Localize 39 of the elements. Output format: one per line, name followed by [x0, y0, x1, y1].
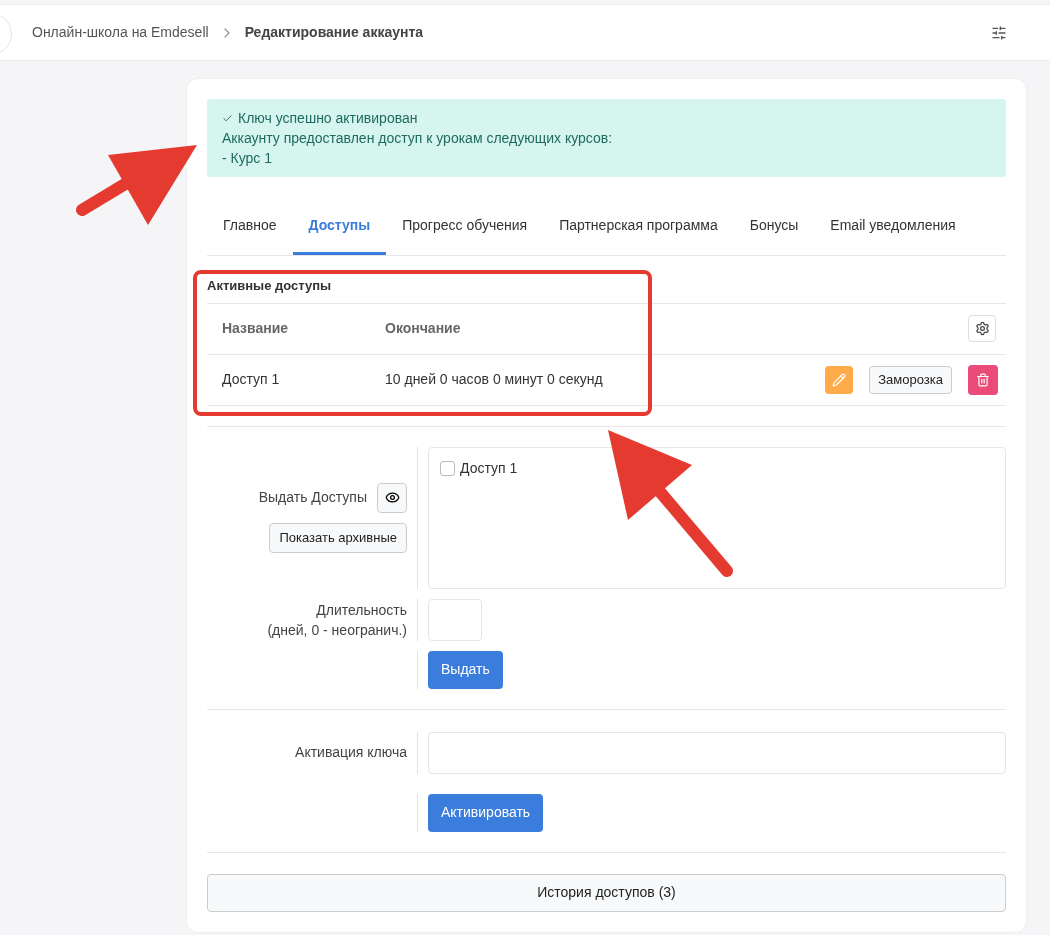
breadcrumb-link[interactable]: Онлайн-школа на Emdesell	[32, 22, 209, 43]
checkbox-label: Доступ 1	[460, 458, 518, 478]
alert-text: Аккаунту предоставлен доступ к урокам следующих курсов:	[222, 129, 614, 148]
table-cell-text: Доступ 1	[222, 370, 281, 389]
field-label: (дней, 0 - неогранич.)	[267, 620, 407, 640]
field-label: Активация ключа	[295, 743, 407, 762]
tab[interactable]: Прогресс обучения	[386, 199, 544, 255]
checkbox[interactable]	[440, 460, 455, 476]
tab[interactable]: Главное	[207, 199, 293, 255]
eye-button[interactable]	[377, 482, 407, 513]
history-button[interactable]: История доступов (3)	[207, 873, 1006, 912]
edit-button[interactable]	[825, 365, 854, 394]
activate-button[interactable]: Активировать	[428, 793, 544, 832]
tab[interactable]: Доступы	[292, 199, 387, 255]
column-header: Окончание	[385, 319, 461, 338]
settings-sliders-icon[interactable]	[991, 24, 1007, 41]
settings-button[interactable]	[968, 315, 996, 342]
show-archive-button[interactable]: Показать архивные	[269, 522, 407, 553]
page-title: Редактирование аккаунта	[244, 23, 424, 42]
eye-icon	[384, 490, 400, 505]
tab[interactable]: Email уведомления	[814, 199, 972, 255]
section-title: Активные доступы	[207, 276, 1006, 304]
grant-button[interactable]: Выдать	[428, 650, 503, 689]
trash-icon	[976, 372, 990, 387]
alert-text: - Курс 1	[222, 149, 273, 168]
key-input[interactable]	[428, 731, 1006, 774]
column-header: Название	[222, 319, 290, 338]
duration-input[interactable]	[428, 598, 482, 641]
table-cell-text: 10 дней 0 часов 0 минут 0 секунд	[385, 370, 603, 389]
tab[interactable]: Партнерская программа	[543, 199, 734, 255]
pencil-icon	[832, 372, 847, 387]
delete-button[interactable]	[968, 364, 998, 395]
freeze-button[interactable]: Заморозка	[869, 365, 952, 394]
tab[interactable]: Бонусы	[733, 199, 815, 255]
alert-title: Ключ успешно активирован	[238, 109, 418, 128]
check-icon	[222, 112, 233, 124]
gear-icon	[974, 321, 990, 336]
field-label: Длительность	[316, 600, 407, 620]
field-label: Выдать Доступы	[258, 488, 367, 507]
